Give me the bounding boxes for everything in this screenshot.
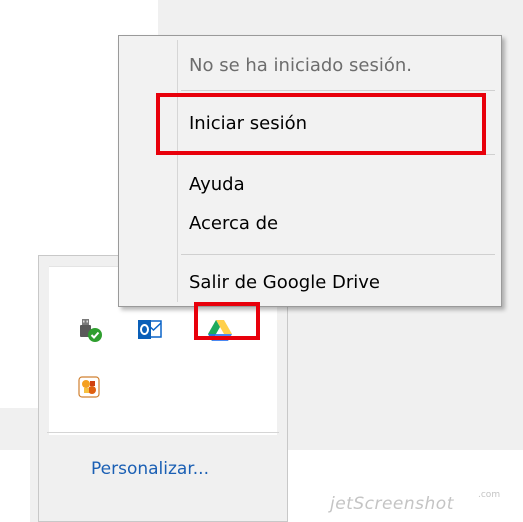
google-drive-context-menu: No se ha iniciado sesión. Iniciar sesión… xyxy=(118,35,502,307)
taskbar-edge xyxy=(30,450,38,522)
drive-icon-highlight-box xyxy=(194,302,260,340)
watermark-text: jetScreenshot xyxy=(330,494,454,514)
menu-status-text: No se ha iniciado sesión. xyxy=(189,55,413,76)
outlook-icon[interactable] xyxy=(137,317,163,343)
sign-in-highlight-box xyxy=(156,93,486,155)
app-tray-icon[interactable] xyxy=(77,374,103,400)
menu-icon-gutter xyxy=(177,40,178,302)
menu-item-quit-google-drive[interactable]: Salir de Google Drive xyxy=(189,272,380,293)
customize-link[interactable]: Personalizar... xyxy=(91,459,209,479)
menu-item-help[interactable]: Ayuda xyxy=(189,174,245,195)
tray-separator xyxy=(47,432,279,433)
menu-separator xyxy=(181,254,495,255)
watermark-suffix: .com xyxy=(478,490,501,500)
menu-separator xyxy=(181,90,495,91)
usb-safely-remove-icon[interactable] xyxy=(77,317,103,343)
menu-item-about[interactable]: Acerca de xyxy=(189,213,278,234)
